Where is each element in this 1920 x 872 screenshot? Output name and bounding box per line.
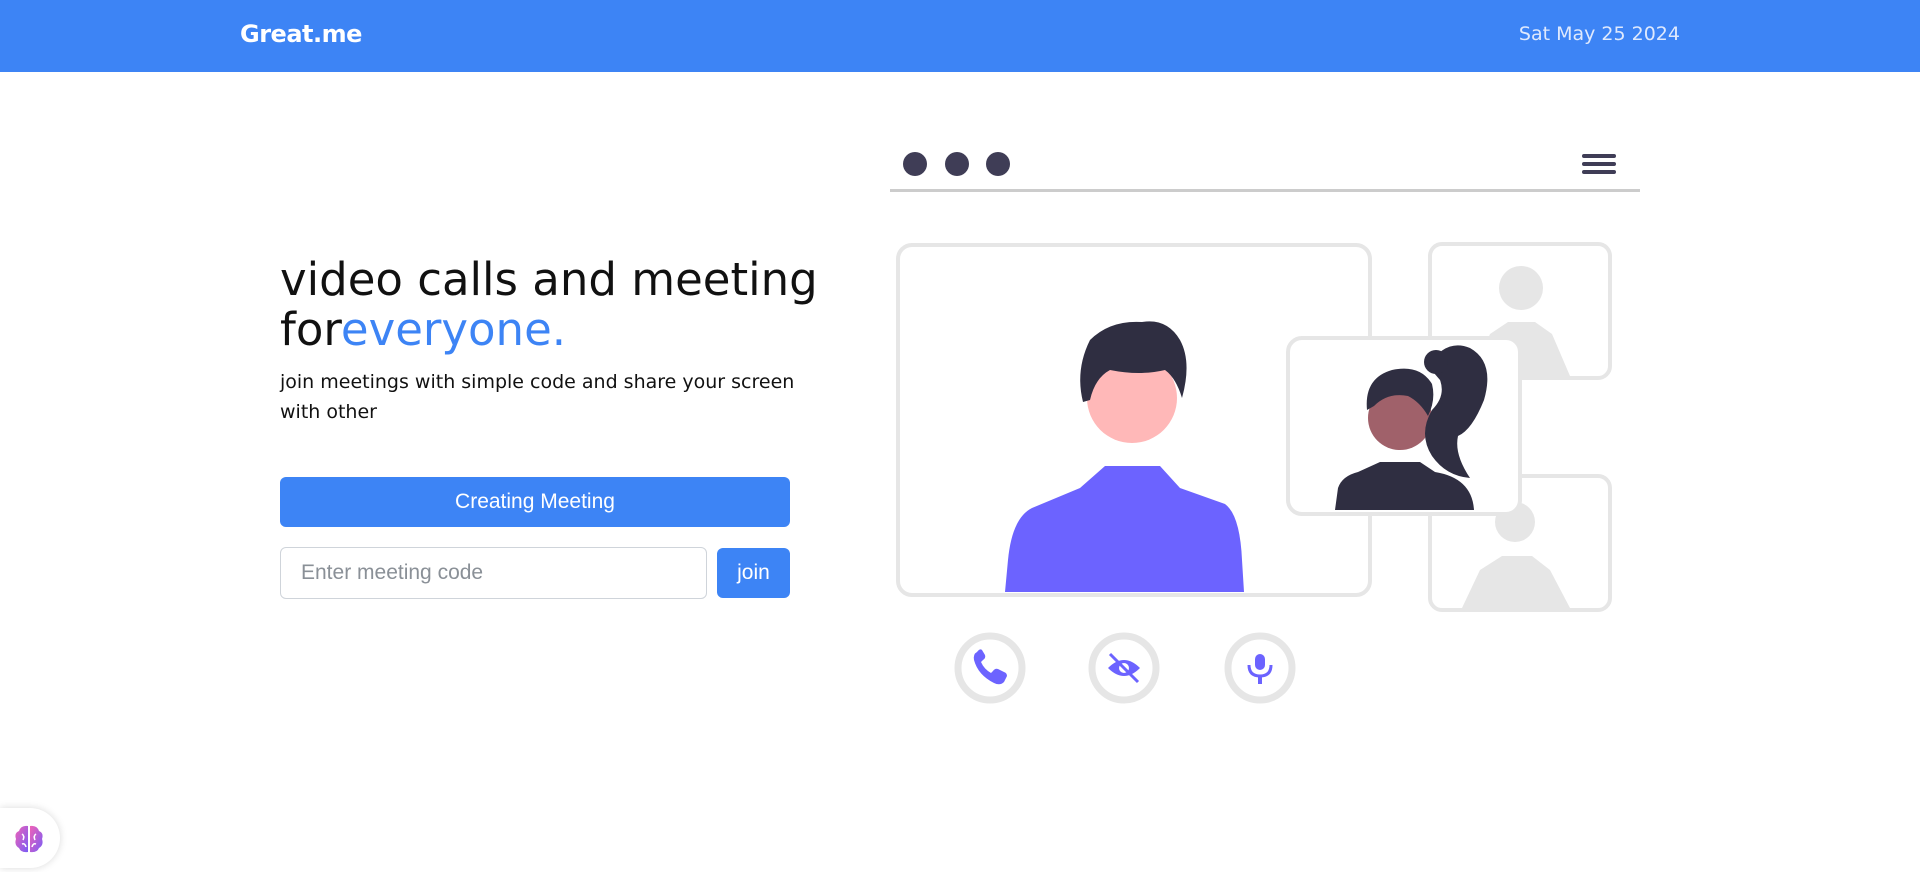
create-meeting-button[interactable]: Creating Meeting [280,477,790,527]
hero-title: video calls and meeting foreveryone. [280,255,840,355]
hero-title-prefix: for [280,303,341,356]
join-button[interactable]: join [717,548,790,598]
hero-title-accent: everyone. [340,303,567,356]
eye-off-icon[interactable] [1088,632,1160,704]
brain-icon [15,825,43,853]
window-dot-icon [903,152,927,176]
assistant-widget[interactable] [0,808,60,868]
video-call-illustration-svg [890,152,1640,704]
hero-subtitle: join meetings with simple code and share… [280,371,795,423]
phone-icon[interactable] [954,632,1026,704]
hero-title-main: video calls and meeting [280,253,818,306]
video-call-illustration [880,130,1650,720]
remote-participant-tile [1286,336,1522,516]
window-dot-icon [945,152,969,176]
navbar: Great.me Sat May 25 2024 [0,0,1920,72]
meeting-code-input[interactable] [280,547,707,599]
brand-logo[interactable]: Great.me [240,20,362,48]
hamburger-menu-icon [1582,154,1616,174]
microphone-icon[interactable] [1224,632,1296,704]
current-date: Sat May 25 2024 [1518,23,1680,45]
window-dot-icon [986,152,1010,176]
window-divider [890,189,1640,192]
